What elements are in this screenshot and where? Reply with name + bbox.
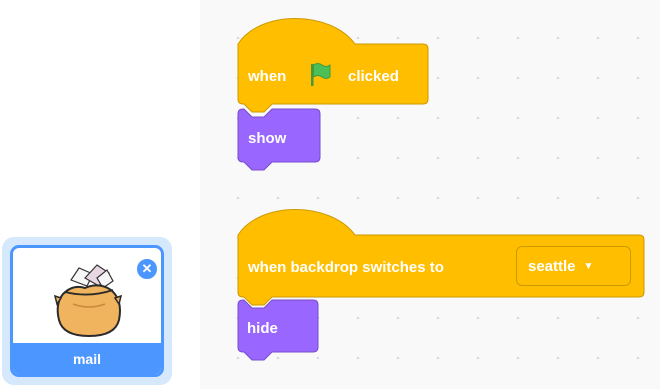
when-flag-clicked-block-shape bbox=[237, 18, 429, 113]
sprite-name-label: mail bbox=[13, 343, 161, 374]
chevron-down-icon: ▼ bbox=[583, 260, 594, 272]
when-label: when bbox=[248, 68, 287, 85]
hide-block[interactable]: hide bbox=[247, 320, 278, 338]
code-area[interactable]: when clicked show when backdrop switches… bbox=[200, 0, 660, 389]
delete-sprite-button[interactable]: ✕ bbox=[135, 257, 159, 281]
close-icon: ✕ bbox=[141, 261, 153, 276]
when-backdrop-switches-label: when backdrop switches to bbox=[248, 259, 444, 276]
backdrop-dropdown-value: seattle bbox=[528, 257, 576, 275]
backdrop-dropdown[interactable]: seattle ▼ bbox=[516, 246, 631, 286]
green-flag-icon bbox=[311, 63, 331, 86]
clicked-label: clicked bbox=[348, 68, 399, 85]
show-block[interactable]: show bbox=[248, 130, 286, 148]
